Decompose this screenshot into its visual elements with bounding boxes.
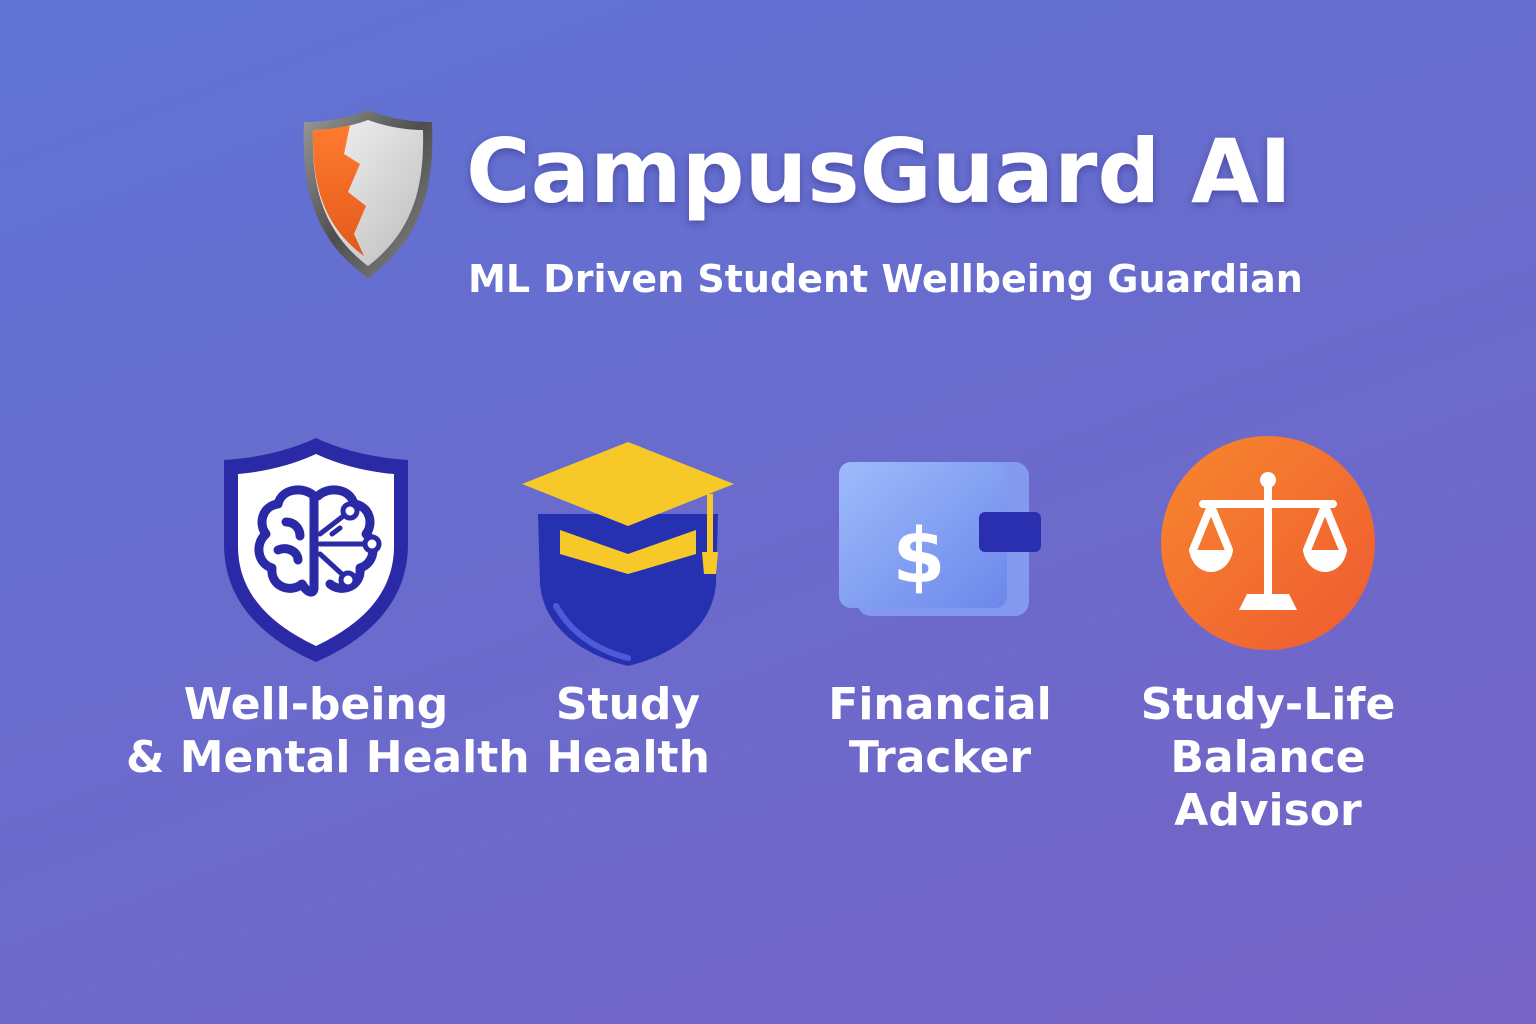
feature-list: Well-being & Mental Health Study Health [0, 420, 1536, 880]
svg-text:$: $ [893, 511, 946, 600]
graduation-cap-shield-icon [520, 434, 736, 670]
app-subtitle: ML Driven Student Wellbeing Guardian [468, 257, 1303, 301]
feature-label-balance: Study-Life Balance Advisor [1140, 679, 1396, 836]
brain-shield-icon [216, 434, 416, 666]
shield-icon [298, 106, 438, 282]
feature-label-financial: Financial Tracker [828, 679, 1052, 783]
wallet-dollar-icon: $ [835, 434, 1045, 624]
header: CampusGuard AI ML Driven Student Wellbei… [0, 0, 1536, 340]
app-title: CampusGuard AI [466, 120, 1292, 223]
balance-scale-icon [1159, 434, 1377, 652]
